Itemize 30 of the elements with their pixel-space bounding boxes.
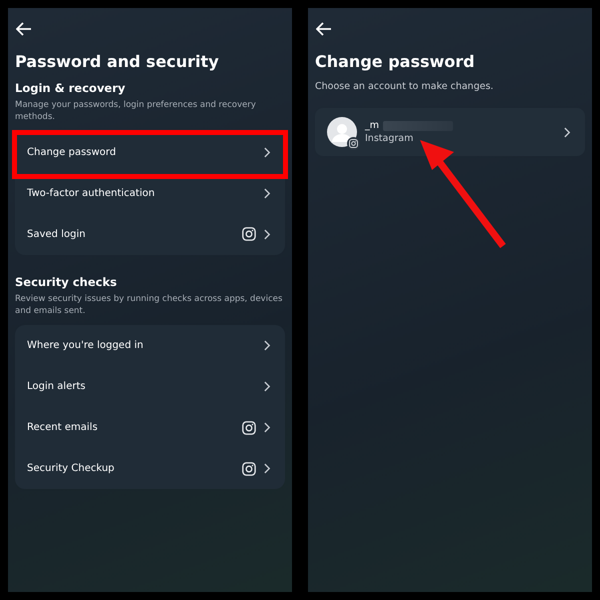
instagram-badge-icon [347, 137, 360, 150]
back-arrow-icon[interactable] [316, 22, 332, 36]
chevron-icon [264, 463, 271, 474]
avatar-icon [327, 117, 357, 147]
menu-item[interactable]: Login alerts [15, 366, 285, 408]
section-description: Manage your passwords, login preferences and recovery methods. [15, 99, 257, 124]
chevron-icon [264, 422, 271, 434]
username: _m [365, 120, 380, 131]
account-platform: Instagram [365, 133, 414, 144]
chevron-icon [264, 228, 271, 240]
chevron-icon [264, 146, 271, 158]
account-row[interactable]: _m Instagram [315, 108, 585, 156]
page-title: Password and security [15, 52, 220, 71]
page-subtitle: Choose an account to make changes. [315, 81, 494, 92]
section-heading: Security checks [15, 274, 118, 289]
chevron-icon [264, 188, 271, 199]
chevron-icon [564, 126, 571, 138]
menu-item[interactable]: Change password [15, 132, 285, 173]
chevron-icon [264, 340, 271, 352]
page-title: Change password [315, 52, 476, 71]
back-arrow-icon[interactable] [16, 22, 32, 36]
menu-item[interactable]: Where you're logged in [15, 325, 285, 366]
chevron-icon [264, 381, 271, 392]
menu-item[interactable]: Recent emails [15, 407, 285, 448]
menu-item[interactable]: Security Checkup [15, 448, 285, 490]
redaction-blur [383, 120, 454, 130]
section-description: Review security issues by running checks across apps, devices and emails sent. [15, 292, 284, 318]
menu-item[interactable]: Saved login [15, 214, 285, 255]
menu-item[interactable]: Two-factor authentication [15, 172, 285, 214]
section-heading: Login & recovery [15, 81, 126, 95]
